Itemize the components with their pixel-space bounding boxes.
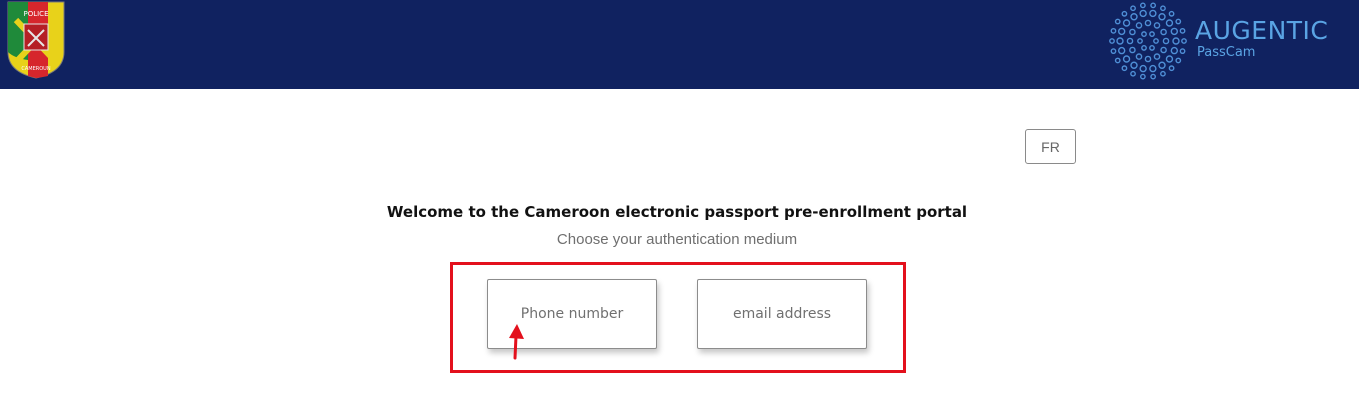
emblem-text-top: POLICE	[23, 10, 48, 18]
page-subtitle: Choose your authentication medium	[556, 231, 798, 248]
page-title: Welcome to the Cameroon electronic passp…	[386, 203, 968, 221]
email-address-option-button[interactable]: email address	[697, 279, 867, 349]
police-emblem-icon: POLICE CAMEROUN	[7, 1, 65, 79]
top-header: POLICE CAMEROUN AUGENTIC PassCam	[0, 0, 1359, 89]
red-arrow-up-icon	[509, 324, 524, 360]
brand-name: AUGENTIC	[1195, 16, 1329, 45]
emblem-text-bottom: CAMEROUN	[21, 66, 50, 72]
brand-product: PassCam	[1197, 45, 1256, 60]
language-toggle-button[interactable]: FR	[1025, 129, 1076, 164]
brand-logo: AUGENTIC PassCam	[1109, 2, 1349, 82]
augentic-dots-logo-icon	[1109, 2, 1187, 80]
